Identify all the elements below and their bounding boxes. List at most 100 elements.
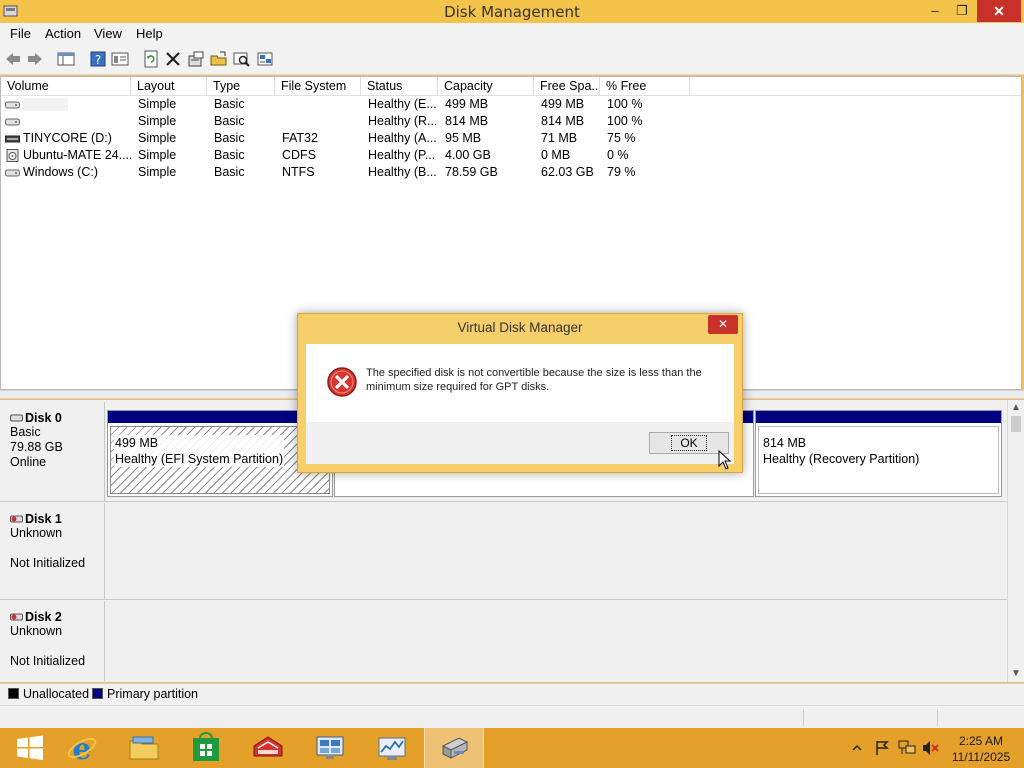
col-status[interactable]: Status (361, 77, 438, 96)
network-icon[interactable] (898, 740, 916, 756)
mouse-cursor-icon (718, 450, 732, 470)
disk-map-scrollbar[interactable]: ▲ ▼ (1007, 400, 1024, 682)
col-layout[interactable]: Layout (131, 77, 207, 96)
disk-warning-icon (10, 613, 23, 621)
taskbar-server-manager[interactable] (300, 728, 360, 768)
disk-2-label[interactable]: Disk 2 Unknown Not Initialized (0, 601, 105, 681)
disk-row: Disk 1 Unknown Not Initialized (0, 503, 1007, 600)
forward-icon[interactable] (26, 50, 44, 68)
status-separator (937, 709, 938, 726)
clock-time: 2:25 AM (958, 734, 1004, 748)
clock-date: 11/11/2025 (951, 750, 1011, 764)
taskbar-store[interactable] (176, 728, 236, 768)
ok-button[interactable]: OK (649, 432, 729, 454)
removable-drive-icon (5, 135, 20, 143)
table-row[interactable]: Windows (C:) Simple Basic NTFS Healthy (… (1, 164, 1021, 181)
taskbar-toolbox[interactable] (238, 728, 298, 768)
title-bar: Disk Management – ❐ ✕ (0, 0, 1024, 23)
disk-row: Disk 2 Unknown Not Initialized (0, 601, 1007, 681)
disk-state: Online (10, 455, 47, 469)
delete-icon[interactable] (164, 50, 182, 68)
settings-icon[interactable] (187, 50, 205, 68)
table-row[interactable]: Simple Basic Healthy (R... 814 MB 814 MB… (1, 113, 1021, 130)
partition-size: 499 MB (114, 435, 285, 451)
properties-icon[interactable] (111, 50, 129, 68)
cell-file-system: CDFS (282, 148, 317, 162)
svg-text:?: ? (95, 53, 101, 67)
action-center-icon[interactable] (874, 740, 890, 756)
disk-icon (10, 414, 23, 422)
taskbar-file-explorer[interactable] (114, 728, 174, 768)
cell-percent-free: 100 % (607, 114, 643, 128)
scroll-up-icon[interactable]: ▲ (1008, 400, 1024, 416)
partition-status: Healthy (EFI System Partition) (114, 451, 285, 467)
legend: Unallocated Primary partition (0, 683, 1024, 705)
close-button[interactable]: ✕ (977, 0, 1021, 22)
table-row[interactable]: Ubuntu-MATE 24.... Simple Basic CDFS Hea… (1, 147, 1021, 164)
start-button[interactable] (0, 728, 60, 768)
taskbar-computer-management[interactable] (424, 728, 484, 768)
back-icon[interactable] (4, 50, 22, 68)
cell-layout: Simple (138, 131, 177, 145)
legend-swatch-primary (92, 688, 103, 699)
cell-capacity: 95 MB (445, 131, 482, 145)
open-icon[interactable] (210, 50, 228, 68)
col-capacity[interactable]: Capacity (438, 77, 534, 96)
refresh-icon[interactable] (142, 50, 160, 68)
scroll-down-icon[interactable]: ▼ (1008, 666, 1024, 682)
partition-size: 814 MB (762, 435, 921, 451)
menu-file[interactable]: File (10, 26, 31, 41)
disk-type: Unknown (10, 526, 63, 540)
cell-file-system: FAT32 (282, 131, 318, 145)
help-icon[interactable]: ? (89, 50, 107, 68)
partition-recovery[interactable]: 814 MB Healthy (Recovery Partition) (755, 410, 1002, 497)
cell-free-space: 814 MB (541, 114, 585, 128)
cell-type: Basic (214, 131, 245, 145)
disk-name: Disk 1 (25, 512, 62, 526)
cell-free-space: 71 MB (541, 131, 578, 145)
dialog-footer: OK (306, 422, 734, 464)
menu-view[interactable]: View (94, 26, 122, 41)
dialog-message: The specified disk is not convertible be… (366, 367, 702, 393)
menu-action[interactable]: Action (45, 26, 81, 41)
search-icon[interactable] (233, 50, 251, 68)
cell-layout: Simple (138, 165, 177, 179)
menu-help[interactable]: Help (136, 26, 163, 41)
console-tree-icon[interactable] (57, 50, 75, 68)
col-file-system[interactable]: File System (275, 77, 361, 96)
disk-state: Not Initialized (10, 654, 86, 668)
disk-warning-icon (10, 515, 23, 523)
status-separator (803, 709, 804, 726)
col-percent-free[interactable]: % Free (600, 77, 690, 96)
legend-label: Unallocated (23, 687, 90, 701)
dialog-close-button[interactable]: ✕ (708, 315, 738, 334)
col-free-space[interactable]: Free Spa... (534, 77, 600, 96)
disk-type: Unknown (10, 624, 63, 638)
taskbar-internet-explorer[interactable]: e (52, 728, 112, 768)
error-icon (327, 367, 357, 397)
cell-percent-free: 79 % (607, 165, 636, 179)
optical-drive-icon (6, 149, 19, 162)
table-row[interactable]: TINYCORE (D:) Simple Basic FAT32 Healthy… (1, 130, 1021, 147)
menu-bar: File Action View Help (0, 23, 1024, 44)
cell-type: Basic (214, 97, 245, 111)
table-row[interactable]: Simple Basic Healthy (E... 499 MB 499 MB… (1, 96, 1021, 113)
volume-muted-icon[interactable] (922, 740, 940, 756)
start-icon (17, 735, 43, 760)
disk-1-label[interactable]: Disk 1 Unknown Not Initialized (0, 503, 105, 599)
wizard-icon[interactable] (257, 50, 275, 68)
minimize-button[interactable]: – (922, 0, 948, 22)
dialog-title: Virtual Disk Manager (457, 320, 583, 335)
file-explorer-icon (129, 736, 159, 760)
cell-free-space: 62.03 GB (541, 165, 594, 179)
col-volume[interactable]: Volume (1, 77, 131, 96)
show-hidden-icon[interactable] (852, 743, 862, 753)
taskbar-clock[interactable]: 2:25 AM 11/11/2025 (948, 733, 1014, 765)
taskbar-performance-monitor[interactable] (362, 728, 422, 768)
col-type[interactable]: Type (207, 77, 275, 96)
maximize-button[interactable]: ❐ (949, 0, 975, 22)
scroll-thumb[interactable] (1011, 416, 1021, 432)
disk-0-label[interactable]: Disk 0 Basic 79.88 GB Online (0, 402, 105, 501)
primary-partition-bar (756, 411, 1001, 423)
cell-layout: Simple (138, 148, 177, 162)
